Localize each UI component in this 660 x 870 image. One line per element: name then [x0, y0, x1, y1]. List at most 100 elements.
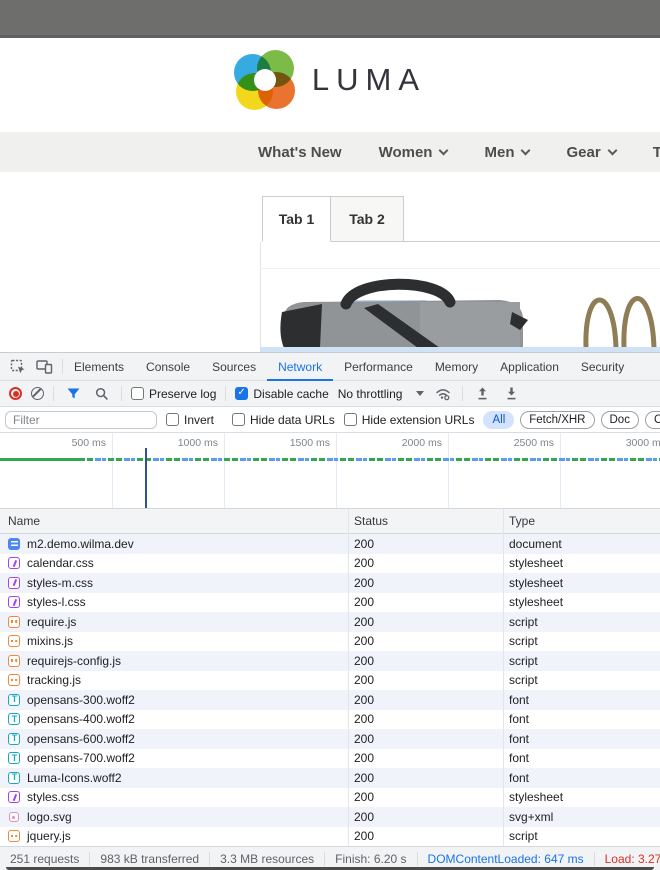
nav-item-women[interactable]: Women — [379, 144, 448, 161]
table-header: Name Status Type — [0, 509, 660, 534]
disable-cache-checkbox[interactable] — [235, 387, 248, 400]
filter-pill-css[interactable]: CSS — [645, 411, 660, 429]
browser-title-bar — [0, 0, 660, 38]
clear-network-log-button[interactable] — [31, 387, 44, 400]
request-status: 200 — [348, 712, 503, 726]
request-type: font — [503, 751, 660, 765]
hide-data-urls-checkbox[interactable] — [232, 413, 245, 426]
timeline-tick: 2500 ms — [450, 437, 554, 449]
throttling-select[interactable]: No throttling — [338, 387, 425, 401]
filter-pill-fetch-xhr[interactable]: Fetch/XHR — [520, 411, 594, 429]
table-row[interactable]: Luma-Icons.woff2 200 font — [0, 768, 660, 788]
nav-label: Women — [379, 144, 433, 161]
table-row[interactable]: jquery.js 200 script — [0, 827, 660, 847]
hide-data-urls-label: Hide data URLs — [250, 413, 335, 427]
timeline-tick: 1500 ms — [226, 437, 330, 449]
request-status: 200 — [348, 693, 503, 707]
inspect-cursor-icon — [10, 359, 26, 375]
devtools-tab-security[interactable]: Security — [570, 353, 635, 381]
devtools-tab-console[interactable]: Console — [135, 353, 201, 381]
record-network-log-button[interactable] — [9, 387, 22, 400]
request-name: opensans-400.woff2 — [27, 712, 135, 726]
column-divider — [503, 509, 504, 846]
devtools-tab-application[interactable]: Application — [489, 353, 570, 381]
column-header-name[interactable]: Name — [0, 514, 348, 528]
preserve-log-checkbox[interactable] — [131, 387, 144, 400]
preserve-log-control[interactable]: Preserve log — [131, 387, 216, 401]
chevron-down-icon — [521, 145, 531, 155]
request-type: font — [503, 771, 660, 785]
device-toolbar-button[interactable] — [34, 357, 54, 377]
request-name: opensans-300.woff2 — [27, 693, 135, 707]
request-type: document — [503, 537, 660, 551]
table-row[interactable]: opensans-400.woff2 200 font — [0, 710, 660, 730]
table-row[interactable]: calendar.css 200 stylesheet — [0, 554, 660, 574]
request-name: logo.svg — [27, 810, 72, 824]
load-time: Load: 3.27 s — [595, 852, 660, 866]
nav-item-men[interactable]: Men — [484, 144, 529, 161]
table-row[interactable]: mixins.js 200 script — [0, 632, 660, 652]
filter-pill-doc[interactable]: Doc — [601, 411, 639, 429]
nav-item-training[interactable]: Training — [653, 144, 660, 161]
table-row[interactable]: styles-m.css 200 stylesheet — [0, 573, 660, 593]
network-conditions-button[interactable] — [433, 384, 453, 404]
funnel-icon — [67, 388, 80, 400]
filter-toggle-button[interactable] — [63, 384, 83, 404]
request-status: 200 — [348, 771, 503, 785]
devtools-tab-sources[interactable]: Sources — [201, 353, 267, 381]
table-row[interactable]: opensans-700.woff2 200 font — [0, 749, 660, 769]
column-header-type[interactable]: Type — [503, 514, 660, 528]
disable-cache-control[interactable]: Disable cache — [235, 387, 328, 401]
request-status: 200 — [348, 810, 503, 824]
filter-input[interactable] — [5, 411, 157, 429]
timeline-gridline — [448, 433, 449, 508]
invert-control[interactable]: Invert — [166, 413, 214, 427]
export-har-button[interactable] — [501, 384, 521, 404]
table-row[interactable]: styles-l.css 200 stylesheet — [0, 593, 660, 613]
filter-pill-all[interactable]: All — [483, 411, 514, 429]
devtools-tab-memory[interactable]: Memory — [424, 353, 489, 381]
request-type: stylesheet — [503, 790, 660, 804]
invert-checkbox[interactable] — [166, 413, 179, 426]
table-row[interactable]: tracking.js 200 script — [0, 671, 660, 691]
table-row[interactable]: m2.demo.wilma.dev 200 document — [0, 534, 660, 554]
divider — [225, 386, 226, 401]
column-divider — [348, 509, 349, 846]
network-conditions-icon — [435, 386, 451, 401]
timeline-gridline — [336, 433, 337, 508]
stylesheet-icon — [8, 557, 20, 569]
page-tab-2[interactable]: Tab 2 — [331, 196, 404, 242]
inspect-element-button[interactable] — [8, 357, 28, 377]
table-row[interactable]: opensans-600.woff2 200 font — [0, 729, 660, 749]
table-row[interactable]: opensans-300.woff2 200 font — [0, 690, 660, 710]
device-toolbar-icon — [36, 359, 53, 374]
tab-label: Tab 2 — [349, 211, 385, 227]
network-overview-timeline[interactable]: 500 ms 1000 ms 1500 ms 2000 ms 2500 ms 3… — [0, 433, 660, 509]
table-row[interactable]: requirejs-config.js 200 script — [0, 651, 660, 671]
product-image-bags — [260, 242, 660, 352]
hide-data-urls-control[interactable]: Hide data URLs — [232, 413, 335, 427]
request-status: 200 — [348, 751, 503, 765]
hide-extension-urls-checkbox[interactable] — [344, 413, 357, 426]
table-row[interactable]: styles.css 200 stylesheet — [0, 788, 660, 808]
search-button[interactable] — [92, 384, 112, 404]
devtools-tab-performance[interactable]: Performance — [333, 353, 424, 381]
devtools-tab-network[interactable]: Network — [267, 353, 333, 381]
table-row[interactable]: logo.svg 200 svg+xml — [0, 807, 660, 827]
script-icon — [8, 635, 20, 647]
table-row[interactable]: require.js 200 script — [0, 612, 660, 632]
script-icon — [8, 616, 20, 628]
request-name: opensans-700.woff2 — [27, 751, 135, 765]
page-tab-1[interactable]: Tab 1 — [262, 196, 331, 242]
store-logo[interactable]: LUMA — [0, 50, 660, 110]
column-header-status[interactable]: Status — [348, 514, 503, 528]
request-name: calendar.css — [27, 556, 94, 570]
import-har-button[interactable] — [472, 384, 492, 404]
nav-label: Men — [484, 144, 514, 161]
nav-item-gear[interactable]: Gear — [566, 144, 615, 161]
hide-extension-urls-control[interactable]: Hide extension URLs — [344, 413, 475, 427]
nav-item-whats-new[interactable]: What's New — [258, 144, 342, 161]
timeline-tick: 2000 ms — [338, 437, 442, 449]
logo-center-hole — [254, 69, 276, 91]
devtools-tab-elements[interactable]: Elements — [63, 353, 135, 381]
